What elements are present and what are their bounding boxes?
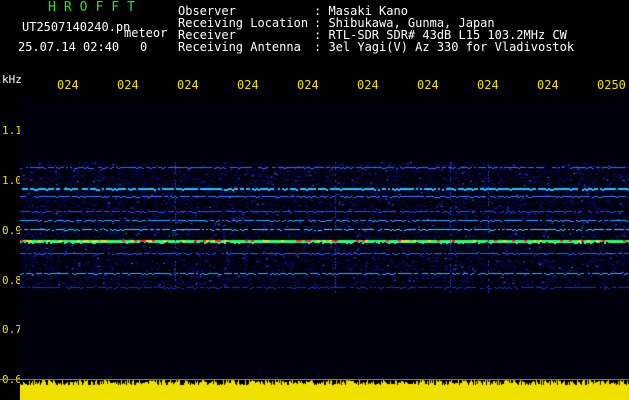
- freq-tick-1-1: 1.1: [2, 124, 22, 137]
- baseline-divider: [0, 379, 629, 380]
- timestamp: 25.07.14 02:40: [18, 40, 120, 54]
- spectrogram-canvas: [20, 97, 629, 400]
- freq-tick-0-7: 0.7: [2, 323, 22, 336]
- info-label-antenna: Receiving Antenna: [178, 40, 301, 54]
- frequency-unit-label: kHz: [2, 73, 22, 86]
- spectrogram: [20, 97, 629, 400]
- time-tick-8: 024: [477, 78, 499, 92]
- time-tick-1: 024: [57, 78, 79, 92]
- time-tick-3: 024: [177, 78, 199, 92]
- time-tick-9: 024: [537, 78, 559, 92]
- time-tick-7: 024: [417, 78, 439, 92]
- time-tick-2: 024: [117, 78, 139, 92]
- freq-tick-0-9: 0.9: [2, 224, 22, 237]
- freq-tick-1-0: 1.0: [2, 174, 22, 187]
- file-name: UT2507140240.pn: [22, 20, 131, 34]
- time-tick-4: 024: [237, 78, 259, 92]
- time-tick-10: 0250: [597, 78, 626, 92]
- time-tick-5: 024: [297, 78, 319, 92]
- time-tick-6: 024: [357, 78, 379, 92]
- counter: 0: [140, 40, 148, 54]
- meteor-label: meteor: [124, 26, 168, 40]
- app-brand: HROFFT: [48, 0, 143, 15]
- info-value-antenna: : 3el Yagi(V) Az 330 for Vladivostok: [314, 40, 575, 54]
- freq-tick-0-8: 0.8: [2, 274, 22, 287]
